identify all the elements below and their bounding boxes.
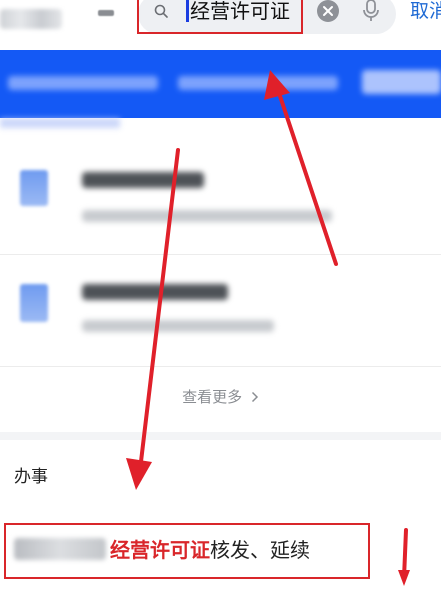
see-more-link[interactable]: 查看更多 [0,386,441,407]
see-more-label: 查看更多 [182,388,243,406]
result-title-blurred [82,172,204,188]
divider [0,366,441,367]
arrow-small-head [398,570,410,586]
section-gap [0,432,441,440]
location-selector-blurred[interactable] [0,9,62,29]
section-title: 办事 [14,467,48,487]
service-highlight-box [4,523,370,579]
microphone-icon[interactable] [360,0,382,24]
result-item[interactable] [0,262,441,362]
document-icon [20,170,48,206]
divider [0,254,441,255]
top-bar: 经营许可证 取消 [0,0,441,44]
result-subtitle-blurred [82,210,332,222]
chevron-right-icon [251,389,259,407]
search-highlight-box [137,0,303,34]
document-icon [20,284,48,322]
result-title-blurred [82,284,228,300]
result-item[interactable] [0,150,441,250]
result-subtitle-blurred [82,320,274,332]
arrow-down-head [126,458,152,490]
cancel-button[interactable]: 取消 [410,0,441,25]
separator-dash [98,10,114,16]
clear-icon[interactable] [317,0,339,22]
blue-banner[interactable] [0,50,441,118]
banner-shadow-blur [0,118,120,128]
arrow-small [402,528,408,580]
